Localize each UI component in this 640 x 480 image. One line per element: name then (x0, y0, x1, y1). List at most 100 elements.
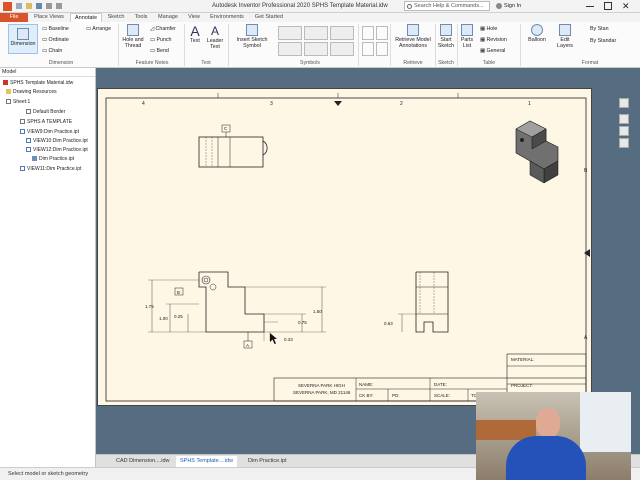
leader-text-button[interactable]: A Leader Text (204, 24, 226, 50)
front-view[interactable]: B A (174, 271, 278, 349)
datum-a: A (246, 343, 249, 348)
new-icon[interactable] (16, 3, 22, 9)
ribbon-separator (184, 24, 185, 66)
punch-button[interactable]: ▭ Punch (150, 37, 172, 43)
pan-icon[interactable] (619, 114, 629, 124)
sign-in-link[interactable]: Sign In (504, 3, 521, 9)
side-view[interactable]: 0.63 (384, 271, 449, 333)
browser-item-view10[interactable]: VIEW10:Dim Practice.ipt (26, 137, 88, 145)
name-label: NAME: (359, 382, 373, 387)
welding-icon[interactable] (304, 26, 328, 40)
browser-item-sheet[interactable]: Sheet:1 (6, 98, 30, 106)
tab-get-started[interactable]: Get Started (250, 13, 288, 22)
dimension-icon (17, 28, 29, 40)
parts-list-label: Parts List (460, 37, 474, 49)
browser-item-part[interactable]: Dim Practice.ipt (32, 155, 74, 163)
ordinate-button[interactable]: ▭ Ordinate (42, 37, 69, 43)
isometric-view[interactable] (515, 120, 559, 184)
tab-environments[interactable]: Environments (206, 13, 248, 22)
title-block-icon (20, 119, 25, 125)
tab-place-views[interactable]: Place Views (30, 13, 68, 22)
panel-retrieve-label: Retrieve (403, 60, 423, 66)
style-dropdown[interactable]: By Stan (590, 26, 609, 32)
sketch-icon (440, 24, 452, 36)
general-table-button[interactable]: ▦ General (480, 48, 505, 54)
parts-list-button[interactable]: Parts List (458, 24, 476, 49)
top-view[interactable]: C (198, 124, 268, 168)
balloon-button[interactable]: Balloon (524, 24, 550, 43)
ck-by-label: CK BY: (359, 393, 374, 398)
zone-label-top: 1 (528, 101, 531, 107)
minimize-button[interactable] (586, 6, 594, 7)
tab-annotate[interactable]: Annotate (70, 13, 102, 22)
doc-tab-cad-dimension[interactable]: CAD Dimension....idw (112, 456, 174, 467)
drawing-sheet[interactable]: 4 3 2 1 B A C B A 1.75 1.00 0.25 1.50 0.… (97, 88, 592, 406)
open-icon[interactable] (26, 3, 32, 9)
arrange-button[interactable]: ▭ Arrange (86, 26, 111, 32)
hole-thread-button[interactable]: Hole and Thread (120, 24, 146, 49)
centered-pattern-icon[interactable] (362, 42, 374, 56)
search-input[interactable]: Search Help & Commands... (404, 1, 490, 11)
layer-dropdown[interactable]: By Standar (590, 38, 616, 44)
centerline-icon[interactable] (362, 26, 374, 40)
start-sketch-button[interactable]: Start Sketch (436, 24, 456, 49)
hole-table-button[interactable]: ▦ Hole (480, 26, 497, 32)
feature-control-icon[interactable] (330, 26, 354, 40)
browser-item-view11[interactable]: VIEW11:Dim Practice.ipt (20, 165, 81, 173)
user-icon[interactable] (496, 3, 502, 9)
school-name: SEVERNA PARK HIGH (298, 383, 345, 388)
model-browser: Model SPHS Template Material.idw Drawing… (0, 68, 96, 468)
chain-button[interactable]: ▭ Chain (42, 48, 62, 54)
symbol-gallery[interactable] (278, 26, 354, 56)
zoom-icon[interactable] (619, 126, 629, 136)
tab-file[interactable]: File (0, 13, 28, 22)
datum-identifier-icon[interactable] (278, 42, 302, 56)
webcam-window (580, 392, 631, 452)
webcam-person-head (536, 408, 560, 438)
front-view-dimensions[interactable]: 1.75 1.00 0.25 1.50 0.75 0.33 (145, 279, 326, 342)
tab-manage[interactable]: Manage (154, 13, 182, 22)
border-icon (26, 109, 31, 115)
symbols-small-gallery[interactable] (362, 26, 388, 56)
project-label: PROJECT: (511, 383, 533, 388)
hole-label: Hole (486, 26, 498, 32)
doc-tab-dim-practice[interactable]: Dim Practice.ipt (244, 456, 291, 467)
insert-sketch-symbol-button[interactable]: Insert Sketch Symbol (230, 24, 274, 49)
hole-thread-icon (127, 24, 139, 36)
dimension-button[interactable]: Dimension (8, 24, 38, 54)
bend-button[interactable]: ▭ Bend (150, 48, 169, 54)
tab-view[interactable]: View (184, 13, 204, 22)
view-cube-icon[interactable] (619, 98, 629, 108)
dimension-033: 0.33 (284, 337, 293, 342)
browser-item-title-block[interactable]: SPHS A TEMPLATE (20, 118, 72, 126)
browser-item-view12[interactable]: VIEW12:Dim Practice.ipt (26, 146, 88, 154)
center-mark-right (584, 249, 590, 257)
browser-item-drawing-resources[interactable]: Drawing Resources (6, 88, 57, 96)
browser-item-default-border[interactable]: Default Border (26, 108, 65, 116)
tab-tools[interactable]: Tools (130, 13, 152, 22)
quick-access-toolbar[interactable] (16, 3, 86, 10)
browser-item-view9[interactable]: VIEW9:Dim Practice.ipt (20, 128, 79, 136)
view-icon (26, 138, 31, 144)
close-button[interactable]: ✕ (622, 0, 630, 12)
undo-icon[interactable] (46, 3, 52, 9)
chamfer-button[interactable]: ◿ Chamfer (150, 26, 176, 32)
datum-target-icon[interactable] (304, 42, 328, 56)
text-button[interactable]: A Text (186, 24, 204, 44)
redo-icon[interactable] (56, 3, 62, 9)
caterpillar-icon[interactable] (330, 42, 354, 56)
edit-layers-button[interactable]: Edit Layers (554, 24, 576, 49)
revision-table-button[interactable]: ▦ Revision (480, 37, 507, 43)
surface-texture-icon[interactable] (278, 26, 302, 40)
bisector-icon[interactable] (376, 42, 388, 56)
save-icon[interactable] (36, 3, 42, 9)
tab-sketch[interactable]: Sketch (104, 13, 128, 22)
orbit-icon[interactable] (619, 138, 629, 148)
doc-tab-sphs-template[interactable]: SPHS Template....idw (176, 456, 238, 467)
folder-icon (6, 89, 11, 95)
baseline-button[interactable]: ▭ Baseline (42, 26, 69, 32)
maximize-button[interactable] (604, 2, 612, 10)
retrieve-model-annotations-button[interactable]: Retrieve Model Annotations (392, 24, 434, 49)
center-mark-icon[interactable] (376, 26, 388, 40)
browser-item-document[interactable]: SPHS Template Material.idw (3, 79, 73, 87)
